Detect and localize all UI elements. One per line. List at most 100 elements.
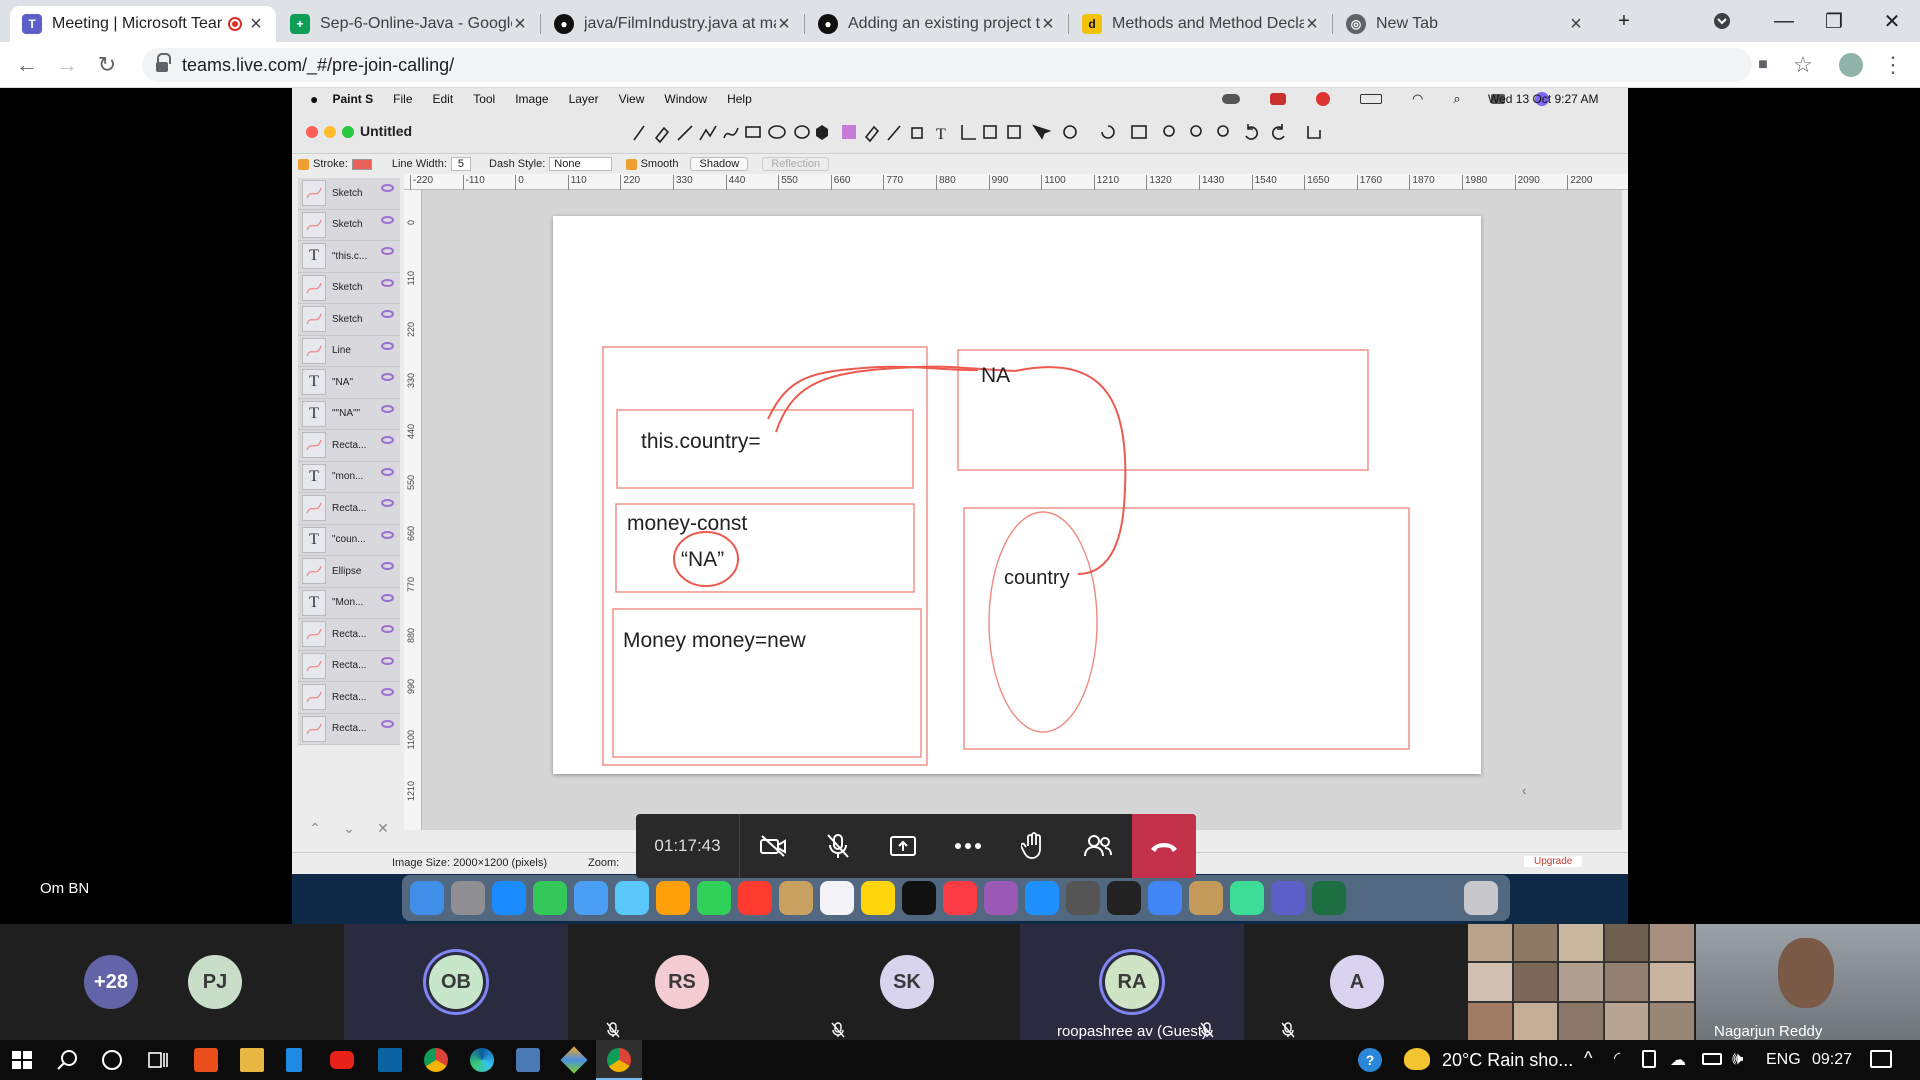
layer-item[interactable]: Sketch [298, 304, 400, 336]
participant-tile[interactable]: +28 [56, 924, 166, 1040]
edge-icon[interactable] [470, 1048, 494, 1072]
menu-tool[interactable]: Tool [473, 92, 495, 106]
layer-item[interactable]: T ""NA"" [298, 398, 400, 430]
forward-arrow-icon[interactable]: → [52, 50, 82, 80]
participant-tile[interactable]: A [1245, 924, 1469, 1040]
cortana-icon[interactable] [100, 1048, 124, 1072]
menu-file[interactable]: File [393, 92, 412, 106]
address-bar[interactable]: teams.live.com/_#/pre-join-calling/ [142, 48, 1752, 82]
more-options-icon[interactable] [935, 814, 1000, 878]
raise-hand-icon[interactable] [1000, 814, 1065, 878]
dock-maps-icon[interactable] [615, 881, 649, 915]
dock-music-icon[interactable] [943, 881, 977, 915]
mail-icon[interactable] [378, 1048, 402, 1072]
layer-item[interactable]: Recta... [298, 650, 400, 682]
tab-github-filmindustry[interactable]: ● java/FilmIndustry.java at master × [542, 6, 804, 42]
tab-new-tab[interactable]: ◎ New Tab × [1334, 6, 1596, 42]
dock-notes-icon[interactable] [861, 881, 895, 915]
dock-finder-icon[interactable] [410, 881, 444, 915]
cloud-off-icon[interactable]: ☁ [1670, 1050, 1686, 1070]
smooth-checkbox[interactable] [625, 158, 637, 170]
paint-tool-row[interactable]: T [626, 120, 1356, 144]
close-window-icon[interactable]: ✕ [1864, 0, 1920, 42]
layer-item[interactable]: Recta... [298, 430, 400, 462]
minimize-window-button[interactable] [324, 126, 336, 138]
layer-up-icon[interactable]: ⌃ [309, 820, 321, 842]
visibility-eye-icon[interactable] [381, 719, 394, 728]
dock-mail-icon[interactable] [574, 881, 608, 915]
dock-apple-tv-icon[interactable] [902, 881, 936, 915]
tab-search-icon[interactable] [1694, 0, 1750, 42]
app-menu[interactable]: Paint S [332, 92, 373, 106]
dock-atom-icon[interactable] [1230, 881, 1264, 915]
layer-item[interactable]: T "this.c... [298, 241, 400, 273]
store-icon[interactable] [240, 1048, 264, 1072]
layer-item[interactable]: Ellipse [298, 556, 400, 588]
app-icon[interactable] [516, 1048, 540, 1072]
visibility-eye-icon[interactable] [381, 341, 394, 350]
notepad-icon[interactable] [286, 1048, 302, 1072]
layer-down-icon[interactable]: ⌄ [343, 820, 355, 842]
visibility-eye-icon[interactable] [381, 467, 394, 476]
layer-item[interactable]: Sketch [298, 209, 400, 241]
volume-icon[interactable]: 🕪 [1732, 1048, 1743, 1069]
visibility-eye-icon[interactable] [381, 530, 394, 539]
help-icon[interactable]: ? [1358, 1048, 1382, 1072]
visibility-eye-icon[interactable] [381, 215, 394, 224]
dock-trash-icon[interactable] [1464, 881, 1498, 915]
layer-item[interactable]: T "NA" [298, 367, 400, 399]
restore-window-icon[interactable]: ❐ [1806, 0, 1862, 42]
video-gallery-grid[interactable] [1468, 924, 1694, 1040]
collapse-chevron-icon[interactable]: ‹ [1522, 782, 1527, 798]
dock-app-store-icon[interactable] [1025, 881, 1059, 915]
notifications-icon[interactable] [1870, 1050, 1892, 1068]
dock-contacts-icon[interactable] [779, 881, 813, 915]
tab-google-sheets[interactable]: + Sep-6-Online-Java - Google Sheets × [278, 6, 540, 42]
share-screen-icon[interactable] [870, 814, 935, 878]
youtube-icon[interactable] [330, 1051, 354, 1069]
taskbar-chrome-active[interactable] [596, 1040, 642, 1080]
dock-terminal-icon[interactable] [1107, 881, 1141, 915]
network-icon[interactable]: ◜ [1614, 1048, 1620, 1068]
menu-image[interactable]: Image [515, 92, 548, 106]
dash-style-select[interactable]: None [549, 157, 612, 171]
stroke-color-swatch[interactable] [351, 158, 372, 170]
windows-start-icon[interactable] [10, 1048, 34, 1072]
profile-avatar[interactable] [1836, 50, 1866, 80]
visibility-eye-icon[interactable] [381, 184, 394, 192]
chrome-icon[interactable] [424, 1048, 448, 1072]
menu-window[interactable]: Window [664, 92, 707, 106]
participant-tile[interactable]: SK [795, 924, 1019, 1040]
close-tab-icon[interactable]: × [776, 13, 792, 36]
close-window-button[interactable] [306, 126, 318, 138]
close-tab-icon[interactable]: × [1568, 13, 1584, 36]
battery-icon[interactable] [1702, 1053, 1722, 1065]
drawing-canvas[interactable]: this.country= money-const “NA” Money mon… [553, 216, 1481, 774]
minimize-window-icon[interactable]: — [1756, 0, 1812, 42]
close-tab-icon[interactable]: × [1304, 13, 1320, 36]
participant-tile[interactable]: RA roopashree av (Guest) [1020, 924, 1244, 1040]
dock-teams-icon[interactable] [1271, 881, 1305, 915]
reflection-button[interactable]: Reflection [762, 157, 830, 171]
participants-icon[interactable] [1065, 814, 1130, 878]
visibility-eye-icon[interactable] [381, 593, 394, 602]
participant-tile[interactable]: OB [344, 924, 568, 1040]
show-hidden-icons-chevron-icon[interactable]: ^ [1584, 1048, 1592, 1069]
office-icon[interactable] [194, 1048, 218, 1072]
bookmark-star-icon[interactable]: ☆ [1788, 50, 1818, 80]
hang-up-button[interactable] [1132, 814, 1196, 878]
layer-item[interactable]: Recta... [298, 493, 400, 525]
layer-item[interactable]: T "Mon... [298, 587, 400, 619]
menu-edit[interactable]: Edit [433, 92, 454, 106]
visibility-eye-icon[interactable] [381, 688, 394, 696]
chrome-menu-icon[interactable]: ⋮ [1878, 50, 1908, 80]
layer-delete-icon[interactable]: ✕ [377, 820, 389, 842]
stroke-checkbox[interactable] [298, 158, 309, 170]
dock-paint-icon[interactable] [1189, 881, 1223, 915]
visibility-eye-icon[interactable] [381, 278, 394, 287]
apple-icon[interactable]: ● [310, 91, 318, 107]
tab-methods[interactable]: d Methods and Method Declaration × [1070, 6, 1332, 42]
dock-excel-icon[interactable] [1312, 881, 1346, 915]
shadow-button[interactable]: Shadow [690, 157, 749, 171]
new-tab-button[interactable]: + [1596, 0, 1652, 42]
